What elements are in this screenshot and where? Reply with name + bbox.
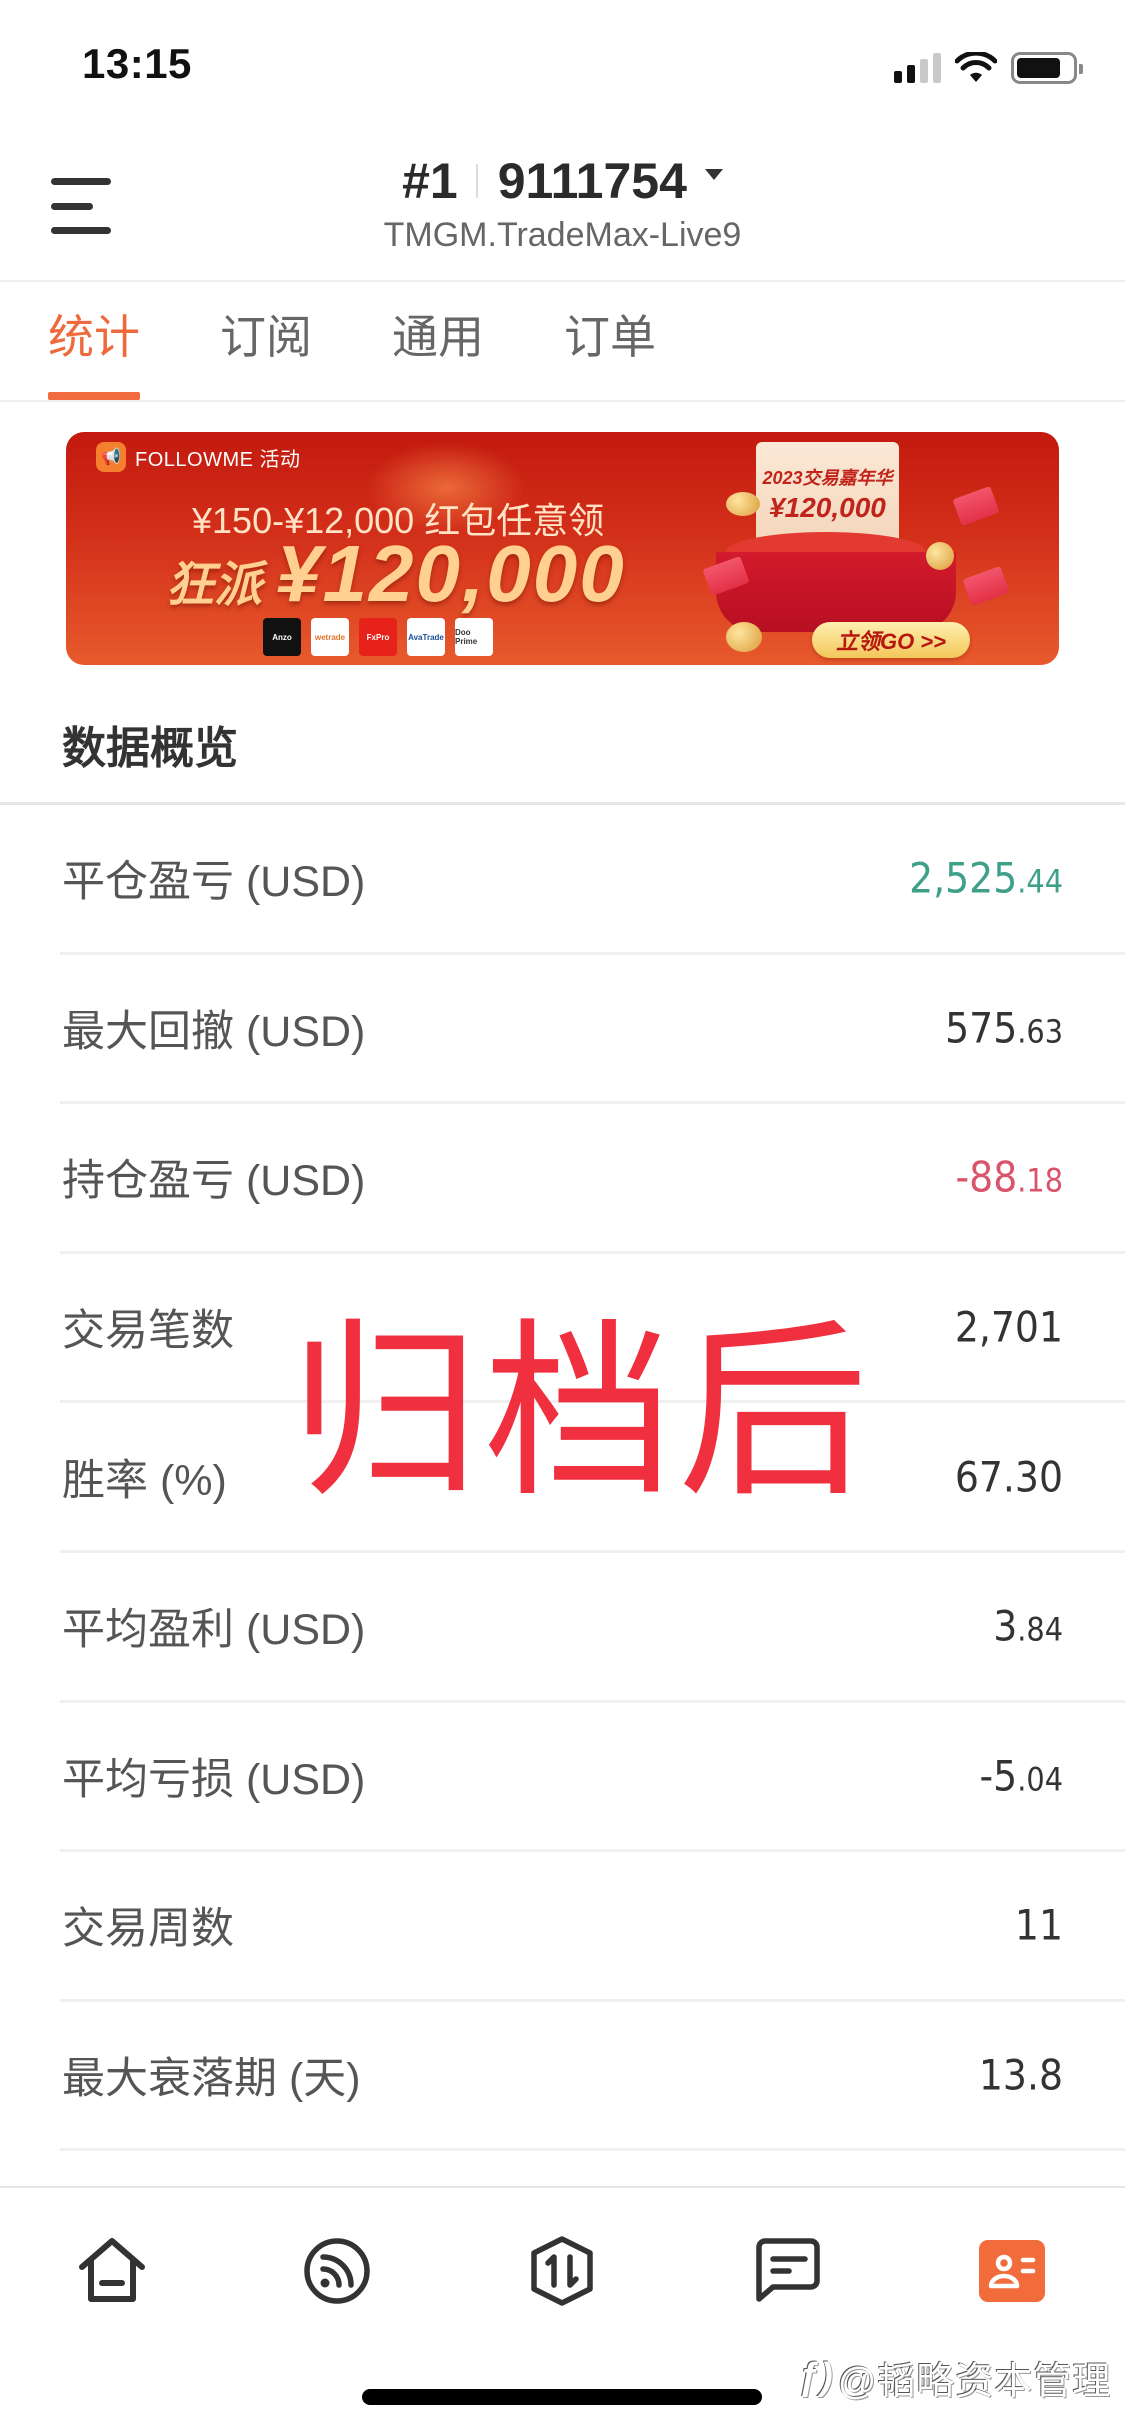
wifi-icon [955, 52, 997, 84]
promo-banner[interactable]: 📢 FOLLOWME 活动 ¥150-¥12,000 红包任意领 狂派 ¥120… [66, 432, 1059, 665]
megaphone-icon: 📢 [96, 442, 126, 472]
coin-decoration [926, 542, 954, 570]
account-selector[interactable]: #1 9111754 [402, 150, 723, 212]
stat-row-trade-count: 交易笔数 2,701 [60, 1254, 1125, 1404]
claim-go-button[interactable]: 立领GO >> [812, 622, 970, 658]
cellular-signal-icon [894, 53, 941, 83]
stat-value: -88.18 [955, 1152, 1063, 1202]
banner-badge: 📢 FOLLOWME 活动 [96, 442, 301, 472]
stat-value: 3.84 [993, 1601, 1063, 1651]
tab-subscriptions[interactable]: 订阅 [220, 305, 312, 400]
caret-down-icon[interactable] [704, 168, 723, 180]
broker-logos: Anzo wetrade FxPro AvaTrade Doo Prime [263, 618, 493, 656]
stat-value: 2,701 [954, 1302, 1063, 1352]
message-icon [756, 2238, 820, 2302]
stat-value: 67.30 [954, 1452, 1063, 1502]
title-divider [475, 164, 478, 198]
banner-headline: 狂派 ¥120,000 [166, 529, 626, 618]
profile-card-icon [979, 2240, 1045, 2302]
stat-row-max-drawdown: 最大回撤 (USD) 575.63 [60, 955, 1125, 1105]
stat-row-avg-profit: 平均盈利 (USD) 3.84 [60, 1553, 1125, 1703]
account-number: 9111754 [497, 153, 687, 209]
stat-row-floating-pnl: 持仓盈亏 (USD) -88.18 [60, 1104, 1125, 1254]
broker-logo-wetrade: wetrade [311, 618, 349, 656]
stat-value: 13.8 [978, 2050, 1063, 2100]
stat-row-closed-pnl: 平仓盈亏 (USD) 2,525.44 [60, 805, 1125, 955]
stat-row-max-decline-period: 最大衰落期 (天) 13.8 [60, 2002, 1125, 2152]
stat-row-win-rate: 胜率 (%) 67.30 [60, 1403, 1125, 1553]
red-envelope-decoration [962, 566, 1010, 606]
stat-value: 575.63 [945, 1003, 1063, 1053]
status-icons [894, 50, 1083, 86]
nav-trade[interactable] [517, 2226, 607, 2316]
broker-logo-fxpro: FxPro [359, 618, 397, 656]
tabs-divider [0, 400, 1125, 402]
gift-bag-decoration [716, 552, 956, 632]
nav-home[interactable] [67, 2226, 157, 2316]
nav-profile[interactable] [967, 2226, 1057, 2316]
battery-icon [1011, 52, 1083, 84]
stat-value: 11 [1014, 1900, 1063, 1950]
watermark: ƒ) @韬略资本管理 [798, 2356, 1112, 2403]
status-time: 13:15 [82, 40, 192, 87]
trade-exchange-icon [531, 2236, 593, 2306]
coin-decoration [726, 622, 762, 652]
nav-feed[interactable] [292, 2226, 382, 2316]
stat-value: -5.04 [979, 1751, 1063, 1801]
broker-logo-avatrade: AvaTrade [407, 618, 445, 656]
stats-list: 平仓盈亏 (USD) 2,525.44 最大回撤 (USD) 575.63 持仓… [0, 805, 1125, 2152]
tab-orders[interactable]: 订单 [564, 305, 656, 400]
section-title: 数据概览 [62, 724, 238, 773]
nav-messages[interactable] [742, 2226, 832, 2316]
account-header: #1 9111754 TMGM.TradeMax-Live9 [0, 150, 1125, 255]
red-envelope-decoration [952, 486, 1000, 526]
watermark-logo-icon: ƒ) [798, 2356, 834, 2398]
broker-logo-anzo: Anzo [263, 618, 301, 656]
tab-bar: 统计 订阅 通用 订单 [48, 305, 736, 400]
coin-decoration [726, 492, 760, 516]
rss-feed-icon [304, 2238, 370, 2304]
stat-value: 2,525.44 [909, 853, 1063, 903]
header-divider [0, 280, 1125, 282]
home-indicator[interactable] [362, 2389, 762, 2405]
home-icon [79, 2238, 145, 2302]
account-index: #1 [402, 153, 458, 209]
server-name: TMGM.TradeMax-Live9 [383, 216, 742, 254]
stat-row-trading-weeks: 交易周数 11 [60, 1852, 1125, 2002]
bottom-nav [0, 2188, 1125, 2348]
stat-row-avg-loss: 平均亏损 (USD) -5.04 [60, 1703, 1125, 1853]
broker-logo-dooprime: Doo Prime [455, 618, 493, 656]
tab-statistics[interactable]: 统计 [48, 305, 140, 400]
tab-general[interactable]: 通用 [392, 305, 484, 400]
